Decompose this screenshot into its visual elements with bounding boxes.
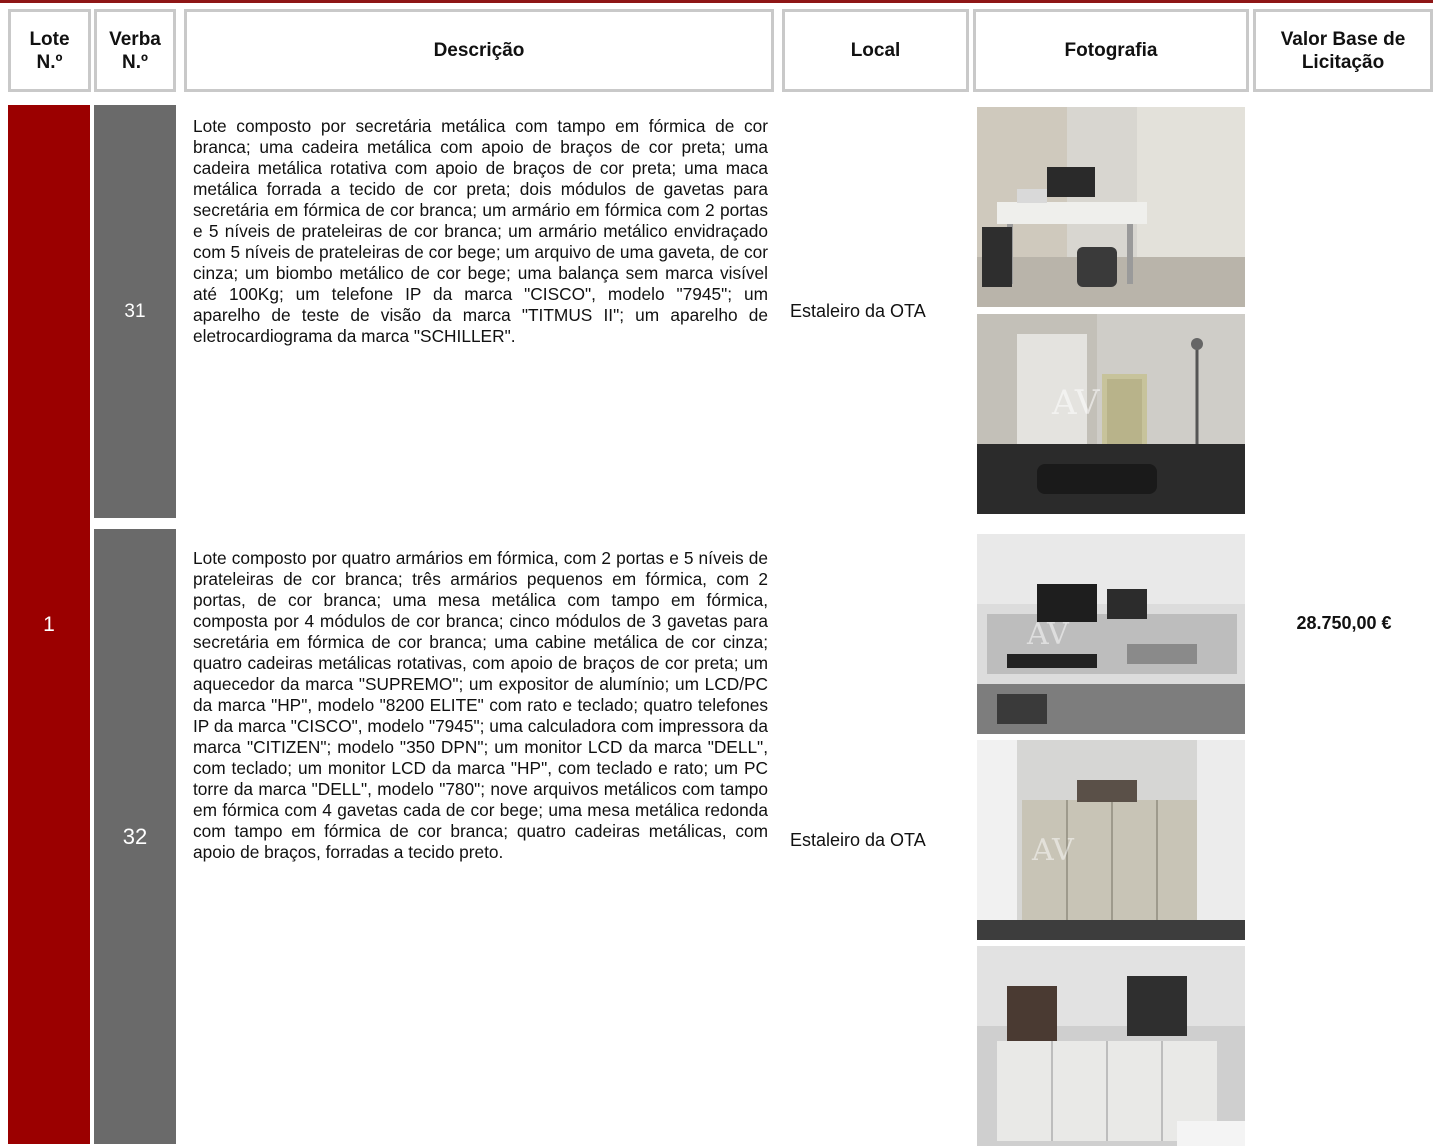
description-verba-32: Lote composto por quatro armários em fór… xyxy=(193,548,768,862)
photo-filing-cabinets: AV xyxy=(977,740,1245,940)
verba-cell-32: 32 xyxy=(94,529,176,1144)
verba-number: 31 xyxy=(124,300,146,322)
header-descricao: Descrição xyxy=(184,9,774,92)
header-verba: Verba N.º xyxy=(94,9,176,92)
local-verba-32: Estaleiro da OTA xyxy=(790,830,926,850)
svg-text:AV: AV xyxy=(1031,833,1075,868)
photo-storage-cabinet xyxy=(977,946,1245,1146)
description-verba-31: Lote composto por secretária metálica co… xyxy=(193,116,768,346)
storage-cabinet-photo-graphic xyxy=(977,946,1245,1146)
svg-text:AV: AV xyxy=(1051,383,1101,423)
filing-cabinets-photo-graphic: AV xyxy=(977,740,1245,940)
open-office-photo-graphic: AV xyxy=(977,534,1245,734)
valor-base: 28.750,00 € xyxy=(1296,613,1392,633)
lote-number: 1 xyxy=(43,612,55,636)
top-rule xyxy=(0,0,1433,3)
verba-cell-31: 31 xyxy=(94,105,176,518)
header-local: Local xyxy=(782,9,969,92)
header-valor: Valor Base de Licitação xyxy=(1253,9,1433,92)
photo-office-desk xyxy=(977,107,1245,307)
office-desk-photo-graphic xyxy=(977,107,1245,307)
local-verba-31: Estaleiro da OTA xyxy=(790,301,926,321)
photo-medical-room: AV xyxy=(977,314,1245,514)
svg-text:AV: AV xyxy=(1026,617,1070,652)
medical-room-photo-graphic: AV xyxy=(977,314,1245,514)
photo-open-office: AV xyxy=(977,534,1245,734)
verba-number: 32 xyxy=(122,823,148,849)
lote-number-cell: 1 xyxy=(8,105,90,1144)
header-lote: Lote N.º xyxy=(8,9,91,92)
header-fotografia: Fotografia xyxy=(973,9,1249,92)
